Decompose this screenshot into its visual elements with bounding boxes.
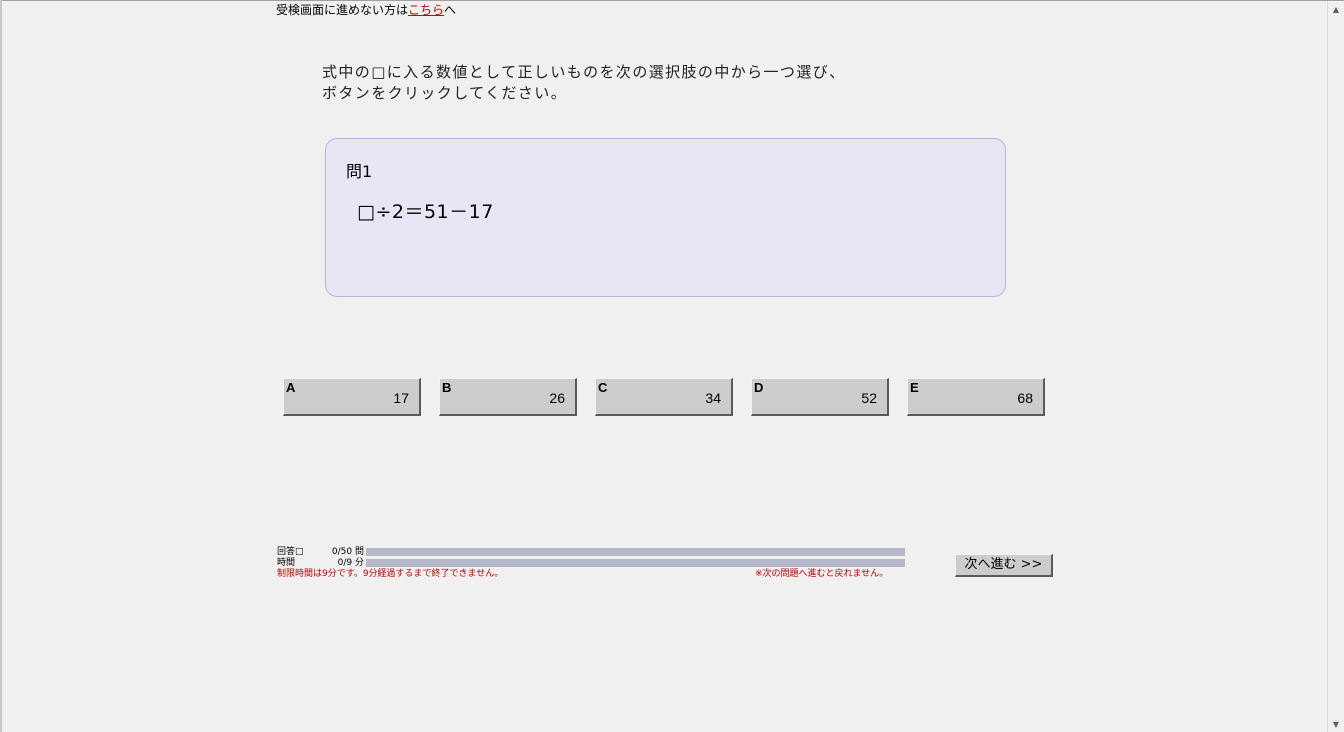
window-top-border bbox=[0, 0, 1344, 1]
choice-value: 17 bbox=[393, 390, 409, 406]
window-left-border bbox=[0, 0, 2, 732]
question-number: 問1 bbox=[346, 162, 373, 181]
help-suffix: へ bbox=[444, 3, 457, 17]
help-link[interactable]: こちら bbox=[408, 3, 444, 17]
time-progress-bar bbox=[366, 559, 905, 567]
help-line: 受検画面に進めない方はこちらへ bbox=[276, 3, 456, 17]
choice-value: 34 bbox=[705, 390, 721, 406]
next-button[interactable]: 次へ進む >> bbox=[955, 554, 1053, 577]
choice-c-button[interactable]: C 34 bbox=[595, 378, 733, 416]
instruction-line-1: 式中の□に入る数値として正しいものを次の選択肢の中から一つ選び、 bbox=[322, 63, 846, 81]
choice-e-button[interactable]: E 68 bbox=[907, 378, 1045, 416]
time-limit-warning: 制限時間は9分です。9分経過するまで終了できません。 bbox=[277, 569, 504, 579]
choice-b-button[interactable]: B 26 bbox=[439, 378, 577, 416]
choice-a-button[interactable]: A 17 bbox=[283, 378, 421, 416]
choice-letter: D bbox=[754, 380, 764, 395]
instruction-line-2: ボタンをクリックしてください。 bbox=[322, 84, 568, 102]
choice-value: 26 bbox=[549, 390, 565, 406]
choice-letter: B bbox=[442, 380, 452, 395]
choice-letter: E bbox=[910, 380, 919, 395]
instruction-text: 式中の□に入る数値として正しいものを次の選択肢の中から一つ選び、 ボタンをクリッ… bbox=[322, 62, 846, 104]
answered-progress-bar bbox=[366, 548, 905, 556]
question-box: 問1 □÷2＝51－17 bbox=[325, 138, 1006, 297]
answered-label: 回答□ bbox=[277, 547, 304, 557]
time-count: 0/9 分 bbox=[337, 558, 364, 568]
answered-count: 0/50 問 bbox=[331, 547, 364, 557]
question-expression: □÷2＝51－17 bbox=[357, 201, 494, 223]
vertical-scrollbar[interactable]: ▲ ▼ bbox=[1327, 1, 1344, 732]
time-label: 時間 bbox=[277, 558, 296, 568]
choice-letter: C bbox=[598, 380, 608, 395]
choice-value: 68 bbox=[1017, 390, 1033, 406]
help-prefix: 受検画面に進めない方は bbox=[276, 3, 409, 17]
choice-value: 52 bbox=[861, 390, 877, 406]
choice-d-button[interactable]: D 52 bbox=[751, 378, 889, 416]
scroll-up-arrow-icon[interactable]: ▲ bbox=[1328, 1, 1344, 17]
choice-letter: A bbox=[286, 380, 296, 395]
scroll-down-arrow-icon[interactable]: ▼ bbox=[1328, 716, 1344, 732]
no-return-warning: ※次の問題へ進むと戻れません。 bbox=[755, 569, 889, 579]
